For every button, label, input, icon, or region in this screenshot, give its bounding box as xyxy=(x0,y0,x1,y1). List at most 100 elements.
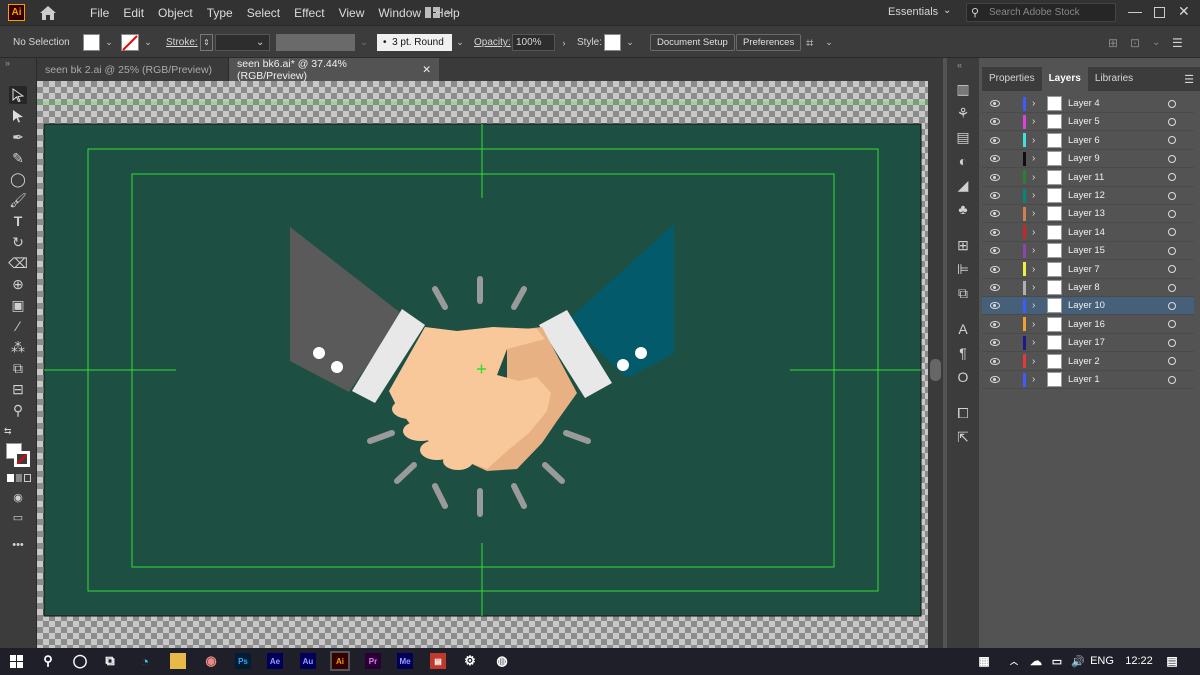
stock-search-field[interactable]: ⚲ Search Adobe Stock xyxy=(966,3,1116,22)
chevron-right-icon[interactable]: › xyxy=(1032,356,1035,367)
layer-name[interactable]: Layer 17 xyxy=(1068,337,1105,348)
pen-tool-icon[interactable]: ✒ xyxy=(9,128,27,146)
chevron-down-icon[interactable]: ⌄ xyxy=(943,5,951,16)
target-icon[interactable] xyxy=(1168,154,1176,163)
eye-icon[interactable] xyxy=(990,173,1000,181)
tab-document-1[interactable]: seen bk 2.ai @ 25% (RGB/Preview) xyxy=(37,58,229,81)
menu-effect[interactable]: Effect xyxy=(287,6,331,20)
pathfinder-panel-icon[interactable]: ⧉ xyxy=(954,284,972,302)
layer-name[interactable]: Layer 6 xyxy=(1068,135,1100,146)
layer-row[interactable]: › Layer 7 xyxy=(982,261,1194,279)
chevron-right-icon[interactable]: › xyxy=(557,34,571,51)
panel-menu-icon[interactable]: ☰ xyxy=(1184,73,1194,86)
appearance-panel-icon[interactable]: ◐ xyxy=(954,152,972,170)
after-effects-icon[interactable]: Ae xyxy=(267,653,283,669)
illustrator-taskbar-icon[interactable]: Ai xyxy=(330,651,350,671)
menu-window[interactable]: Window xyxy=(371,6,428,20)
eye-icon[interactable] xyxy=(990,100,1000,107)
battery-icon[interactable]: ▭ xyxy=(1049,653,1065,669)
type-tool-icon[interactable]: T xyxy=(9,212,27,230)
document-setup-button[interactable]: Document Setup xyxy=(650,34,735,51)
isolate-icon[interactable]: ⊡ xyxy=(1130,34,1140,51)
edge-icon[interactable]: ◔ xyxy=(137,653,153,669)
menu-view[interactable]: View xyxy=(332,6,372,20)
close-tab-icon[interactable]: ✕ xyxy=(422,64,431,76)
target-icon[interactable] xyxy=(1168,265,1176,274)
eye-icon[interactable] xyxy=(990,376,1000,383)
news-icon[interactable]: ▦ xyxy=(976,653,992,669)
eye-icon[interactable] xyxy=(990,357,1000,365)
swap-fill-stroke-icon[interactable]: ⇆ xyxy=(4,426,12,437)
eye-icon[interactable] xyxy=(990,320,1000,328)
layer-name[interactable]: Layer 9 xyxy=(1068,153,1100,164)
task-view-icon[interactable]: ⧉ xyxy=(102,653,118,669)
rotate-tool-icon[interactable]: ↻ xyxy=(9,233,27,251)
preferences-button[interactable]: Preferences xyxy=(736,34,802,51)
chevron-right-icon[interactable]: › xyxy=(1032,172,1035,183)
tab-libraries[interactable]: Libraries xyxy=(1088,67,1140,91)
eye-icon[interactable] xyxy=(990,192,1000,199)
target-icon[interactable] xyxy=(1168,191,1176,200)
layer-row[interactable]: › Layer 12 xyxy=(982,187,1194,205)
media-encoder-icon[interactable]: Me xyxy=(397,653,413,669)
chevron-right-icon[interactable]: › xyxy=(1032,190,1035,201)
chevron-right-icon[interactable]: › xyxy=(1032,227,1035,238)
color-mode-buttons[interactable] xyxy=(7,474,31,483)
target-icon[interactable] xyxy=(1168,136,1176,145)
layer-name[interactable]: Layer 5 xyxy=(1068,116,1100,127)
maximize-button[interactable] xyxy=(1154,7,1165,18)
menu-file[interactable]: File xyxy=(83,6,116,20)
chevron-right-icon[interactable]: › xyxy=(1032,245,1035,256)
target-icon[interactable] xyxy=(1168,375,1176,384)
cortana-icon[interactable]: ◯ xyxy=(72,653,88,669)
workspace-switcher[interactable]: Essentials xyxy=(888,6,938,18)
layer-name[interactable]: Layer 13 xyxy=(1068,208,1105,219)
layer-name[interactable]: Layer 7 xyxy=(1068,264,1100,275)
layer-name[interactable]: Layer 14 xyxy=(1068,227,1105,238)
gradient-panel-icon[interactable]: ▤ xyxy=(954,128,972,146)
fill-swatch[interactable] xyxy=(83,34,100,51)
chevron-right-icon[interactable]: › xyxy=(1032,98,1035,109)
chevron-down-icon[interactable]: ⌄ xyxy=(1152,34,1160,51)
menu-object[interactable]: Object xyxy=(151,6,200,20)
libraries-panel-icon[interactable]: ▥ xyxy=(954,80,972,98)
opacity-field[interactable]: 100% xyxy=(512,34,555,51)
search-icon[interactable]: ⚲ xyxy=(40,653,56,669)
chevron-down-icon[interactable]: ⌄ xyxy=(357,34,371,51)
stroke-color-box[interactable] xyxy=(14,451,30,467)
arrange-documents-icon[interactable] xyxy=(425,5,455,20)
eye-icon[interactable] xyxy=(990,284,1000,291)
chevron-down-icon[interactable]: ⌄ xyxy=(102,34,116,51)
variable-width-profile[interactable] xyxy=(276,34,355,51)
brushes-panel-icon[interactable]: ⚘ xyxy=(954,104,972,122)
language-indicator[interactable]: ENG xyxy=(1088,653,1116,669)
notifications-icon[interactable]: ▤ xyxy=(1164,653,1180,669)
volume-icon[interactable]: 🔊 xyxy=(1070,653,1086,669)
opentype-panel-icon[interactable]: O xyxy=(954,368,972,386)
layer-row[interactable]: › Layer 4 xyxy=(982,95,1194,113)
windows-start-icon[interactable] xyxy=(10,655,23,668)
chevron-right-icon[interactable]: › xyxy=(1032,282,1035,293)
layer-row[interactable]: › Layer 6 xyxy=(982,132,1194,150)
export-panel-icon[interactable]: ⇱ xyxy=(954,428,972,446)
eye-icon[interactable] xyxy=(990,228,1000,236)
target-icon[interactable] xyxy=(1168,357,1176,366)
gradient-tool-icon[interactable]: ▣ xyxy=(9,296,27,314)
layer-row[interactable]: › Layer 15 xyxy=(982,242,1194,261)
chevron-right-icon[interactable]: › xyxy=(1032,300,1035,311)
premiere-icon[interactable]: Pr xyxy=(365,653,381,669)
target-icon[interactable] xyxy=(1168,246,1176,255)
minimize-button[interactable]: — xyxy=(1128,3,1142,19)
selection-tool-icon[interactable] xyxy=(9,86,27,104)
target-icon[interactable] xyxy=(1168,228,1176,237)
settings-icon[interactable]: ⚙ xyxy=(462,653,478,669)
tab-layers[interactable]: Layers xyxy=(1041,67,1088,91)
align-icon[interactable]: ⌗ xyxy=(806,34,813,51)
eye-icon[interactable] xyxy=(990,155,1000,163)
layer-row[interactable]: › Layer 1 xyxy=(982,371,1194,389)
eye-icon[interactable] xyxy=(990,136,1000,144)
cloud-icon[interactable]: ☁ xyxy=(1028,653,1044,669)
chevron-right-icon[interactable]: › xyxy=(1032,337,1035,348)
character-panel-icon[interactable]: A xyxy=(954,320,972,338)
target-icon[interactable] xyxy=(1168,301,1176,310)
